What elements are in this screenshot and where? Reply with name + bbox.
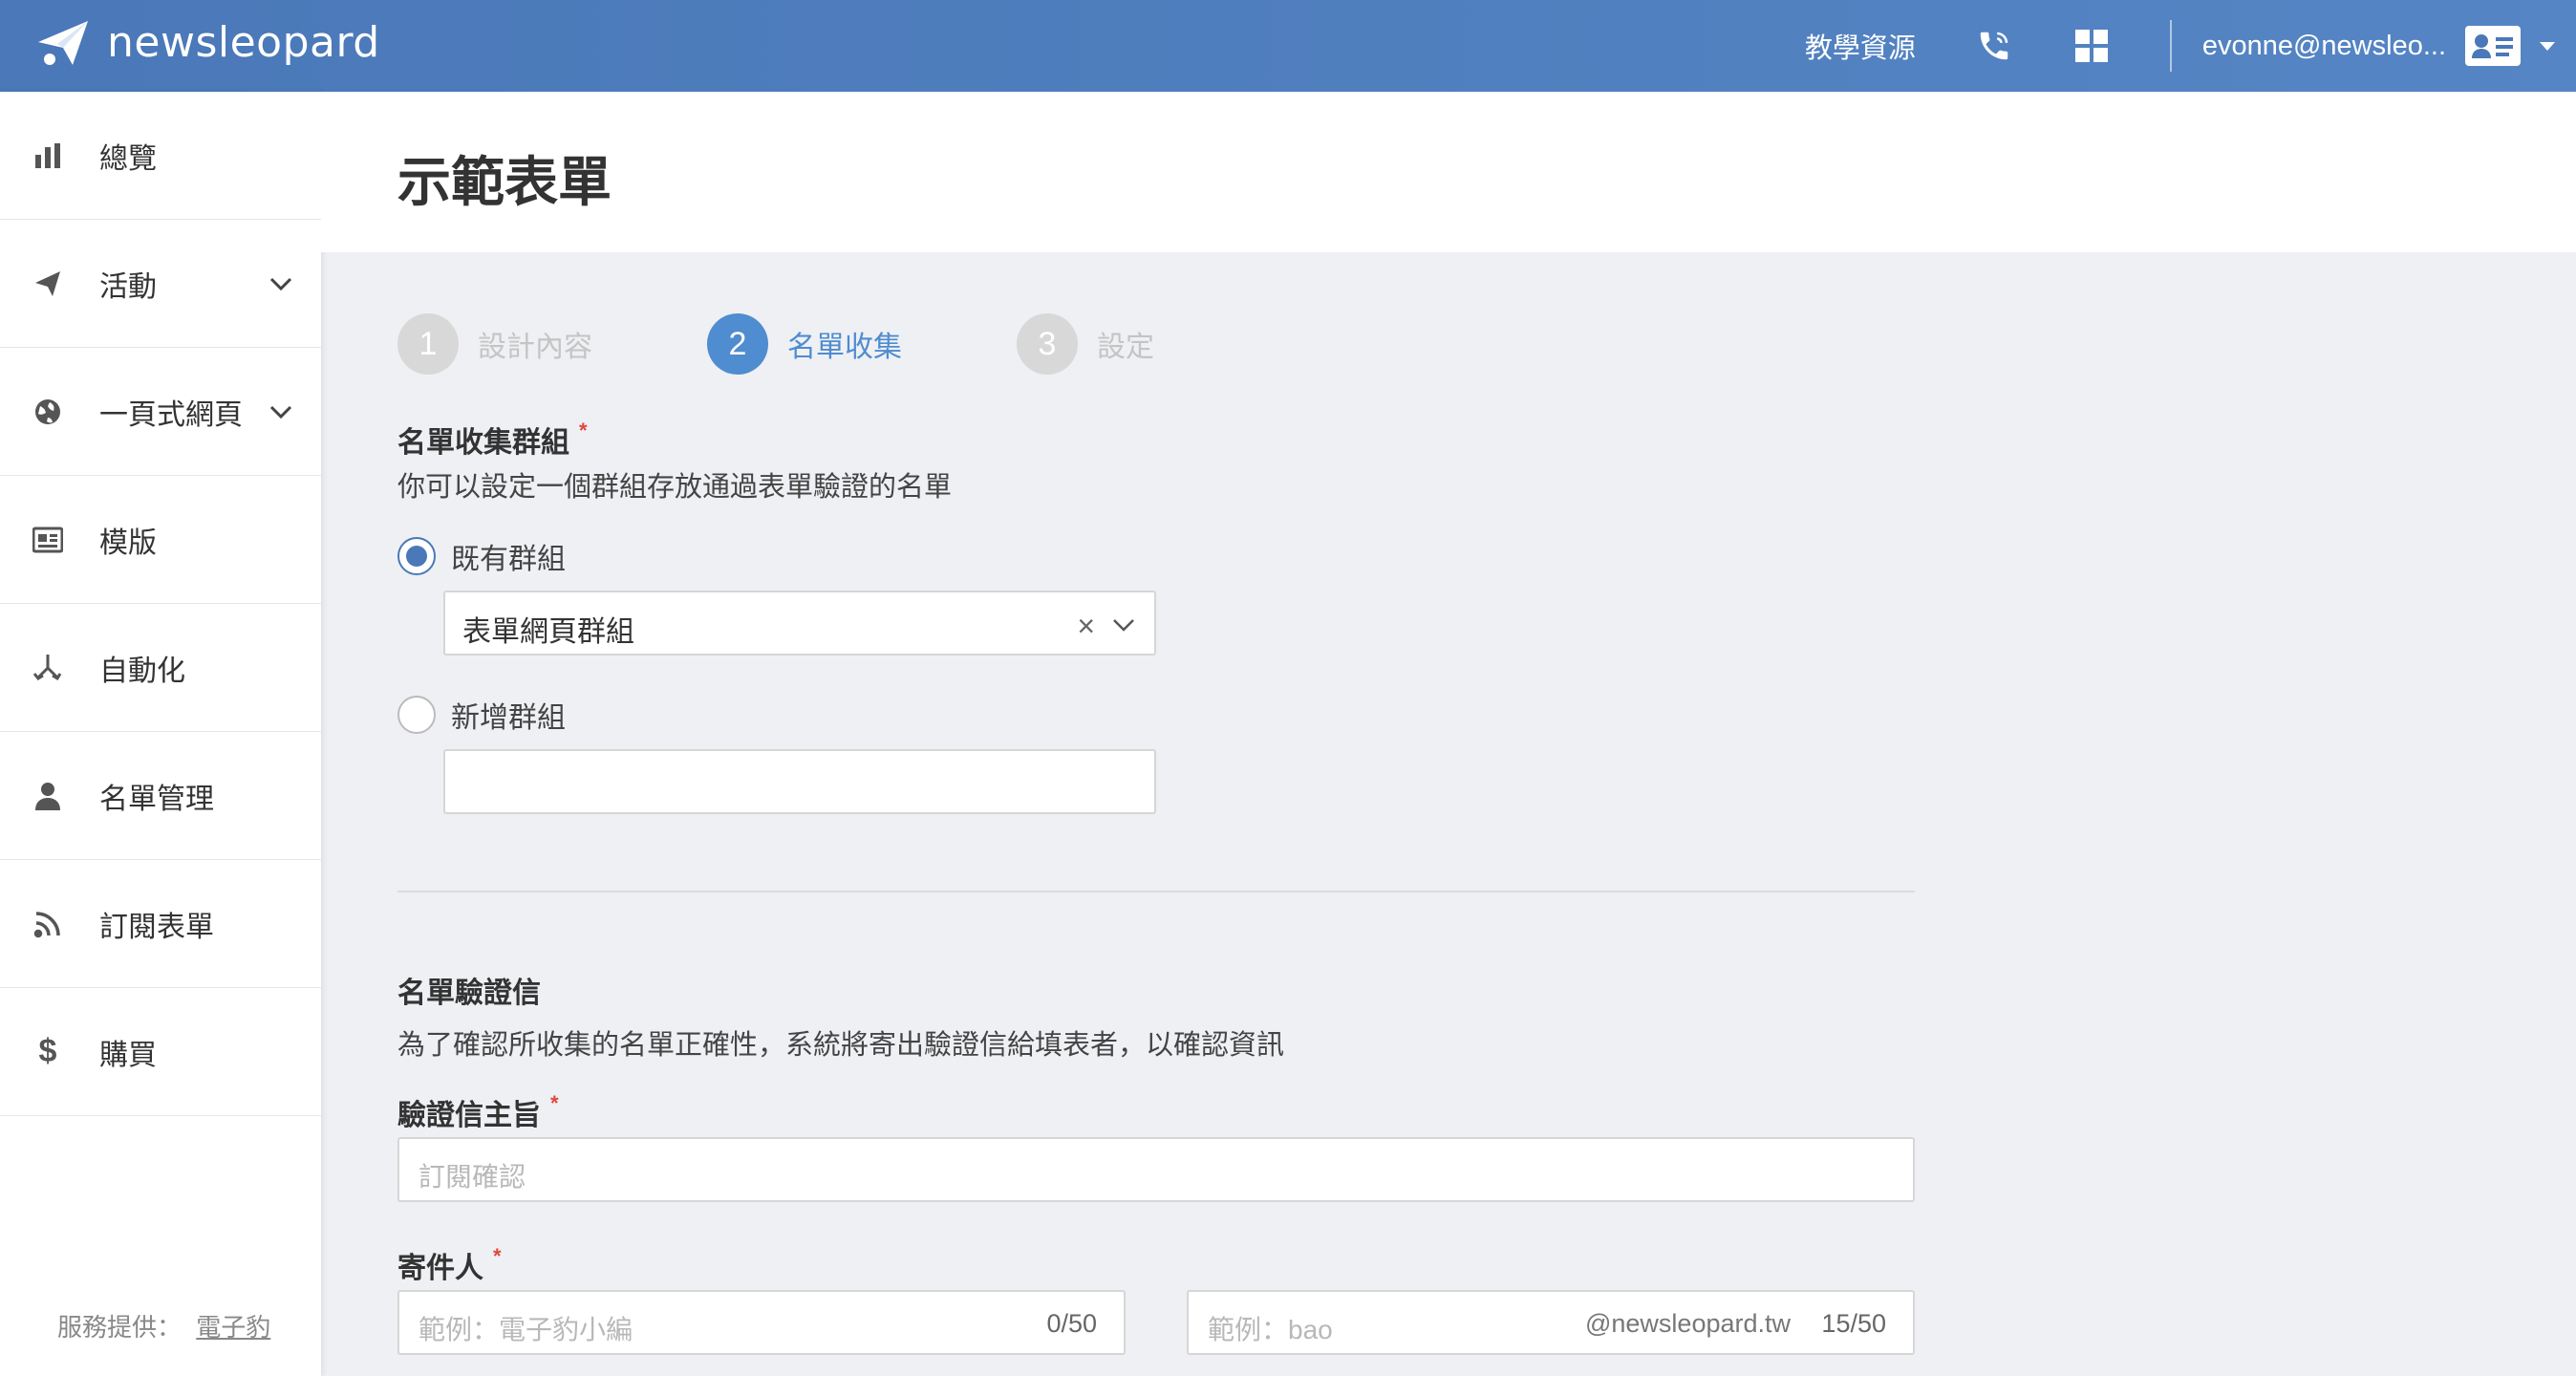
topbar-divider: [2169, 20, 2172, 72]
clear-icon[interactable]: ×: [1077, 609, 1095, 644]
existing-group-radio[interactable]: [397, 537, 436, 575]
subject-label: 驗證信主旨 *: [397, 1091, 559, 1133]
sidebar-item-purchase[interactable]: $ 購買: [0, 988, 321, 1116]
group-section-title: 名單收集群組 *: [397, 419, 588, 461]
brand-logo[interactable]: newsleopard: [34, 13, 380, 71]
step-label: 名單收集: [787, 332, 902, 363]
sidebar-item-label: 名單管理: [99, 783, 214, 815]
paper-plane-logo-icon: [38, 21, 88, 65]
user-email[interactable]: evonne@newsleo...: [2202, 31, 2446, 62]
sidebar-footer: 服務提供： 電子豹: [57, 1308, 270, 1344]
group-select[interactable]: 表單網頁群組 ×: [443, 591, 1156, 656]
rss-icon: [31, 907, 65, 941]
sidebar-item-automation[interactable]: 自動化: [0, 604, 321, 732]
sidebar-item-label: 活動: [99, 270, 157, 303]
group-select-value: 表單網頁群組: [462, 616, 634, 648]
provider-link[interactable]: 電子豹: [196, 1313, 270, 1342]
step-number: 3: [1017, 313, 1078, 375]
id-card-icon[interactable]: [2465, 26, 2521, 66]
sidebar-item-landing-pages[interactable]: 一頁式網頁: [0, 348, 321, 476]
step-number: 1: [397, 313, 459, 375]
bar-chart-icon: [31, 139, 65, 173]
sender-email-input[interactable]: 範例：bao @newsleopard.tw 15/50: [1187, 1290, 1915, 1355]
sender-email-counter: 15/50: [1821, 1309, 1886, 1338]
stepper: 1 設計內容 2 名單收集 3 設定: [397, 313, 1269, 375]
sender-email-domain: @newsleopard.tw: [1584, 1309, 1791, 1338]
sidebar-item-contacts[interactable]: 名單管理: [0, 732, 321, 860]
sender-name-counter: 0/50: [1046, 1309, 1097, 1338]
required-mark: *: [550, 1091, 559, 1115]
brand-name: newsleopard: [107, 17, 380, 67]
sender-name-input[interactable]: 範例：電子豹小編 0/50: [397, 1290, 1126, 1355]
group-section-description: 你可以設定一個群組存放通過表單驗證的名單: [397, 472, 953, 503]
tutorial-link[interactable]: 教學資源: [1805, 26, 1916, 66]
page-header: 示範表單: [321, 92, 2576, 252]
required-mark: *: [579, 419, 588, 442]
sidebar-item-label: 自動化: [99, 655, 185, 687]
group-section-title-text: 名單收集群組: [397, 427, 569, 459]
subject-input[interactable]: 訂閱確認: [397, 1137, 1915, 1202]
footer-prefix: 服務提供：: [57, 1313, 182, 1342]
sidebar-item-label: 總覽: [99, 142, 157, 175]
step-label: 設定: [1097, 332, 1154, 363]
step-design[interactable]: 1 設計內容: [397, 313, 592, 375]
page-title: 示範表單: [397, 152, 612, 212]
subject-placeholder: 訂閱確認: [419, 1162, 526, 1192]
required-mark: *: [493, 1244, 502, 1268]
phone-icon[interactable]: [1975, 27, 2013, 65]
sidebar-item-label: 模版: [99, 527, 157, 559]
paper-plane-icon: [31, 267, 65, 301]
chevron-down-icon[interactable]: [1110, 612, 1137, 638]
sender-name-placeholder: 範例：電子豹小編: [419, 1315, 633, 1344]
sidebar: 總覽 活動 一頁式網頁 模版 自動化 名單管理 訂閱表單 $ 購買 服務提供： …: [0, 92, 321, 1376]
sidebar-item-label: 一頁式網頁: [99, 398, 243, 431]
subject-label-text: 驗證信主旨: [397, 1100, 541, 1131]
existing-group-label: 既有群組: [451, 544, 566, 575]
flow-icon: [31, 651, 65, 685]
step-settings[interactable]: 3 設定: [1017, 313, 1154, 375]
existing-group-option[interactable]: 既有群組: [397, 535, 566, 577]
user-icon: [31, 779, 65, 813]
dollar-icon: $: [38, 1033, 57, 1069]
newspaper-icon: [31, 523, 65, 557]
sidebar-item-label: 購買: [99, 1039, 157, 1071]
new-group-label: 新增群組: [451, 702, 566, 734]
verify-section-description: 為了確認所收集的名單正確性，系統將寄出驗證信給填表者，以確認資訊: [397, 1030, 1285, 1061]
step-label: 設計內容: [478, 332, 592, 363]
step-collection[interactable]: 2 名單收集: [707, 313, 902, 375]
new-group-option[interactable]: 新增群組: [397, 694, 566, 736]
sender-label: 寄件人 *: [397, 1244, 502, 1286]
step-number: 2: [707, 313, 768, 375]
chevron-down-icon[interactable]: [268, 270, 294, 297]
sidebar-item-campaigns[interactable]: 活動: [0, 220, 321, 348]
section-divider: [397, 891, 1915, 892]
new-group-input[interactable]: [443, 749, 1156, 814]
sender-label-text: 寄件人: [397, 1253, 483, 1284]
grid-icon[interactable]: [2072, 27, 2111, 65]
sidebar-item-label: 訂閱表單: [99, 911, 214, 943]
sidebar-item-overview[interactable]: 總覽: [0, 92, 321, 220]
sender-email-placeholder: 範例：bao: [1208, 1315, 1333, 1344]
chevron-down-icon[interactable]: [268, 398, 294, 425]
new-group-radio[interactable]: [397, 696, 436, 734]
sidebar-item-templates[interactable]: 模版: [0, 476, 321, 604]
chevron-down-icon[interactable]: [2540, 41, 2555, 51]
verify-section-title: 名單驗證信: [397, 978, 541, 1009]
top-navigation-bar: newsleopard 教學資源 evonne@newsleo...: [0, 0, 2576, 92]
sidebar-item-subscription-forms[interactable]: 訂閱表單: [0, 860, 321, 988]
globe-icon: [31, 395, 65, 429]
